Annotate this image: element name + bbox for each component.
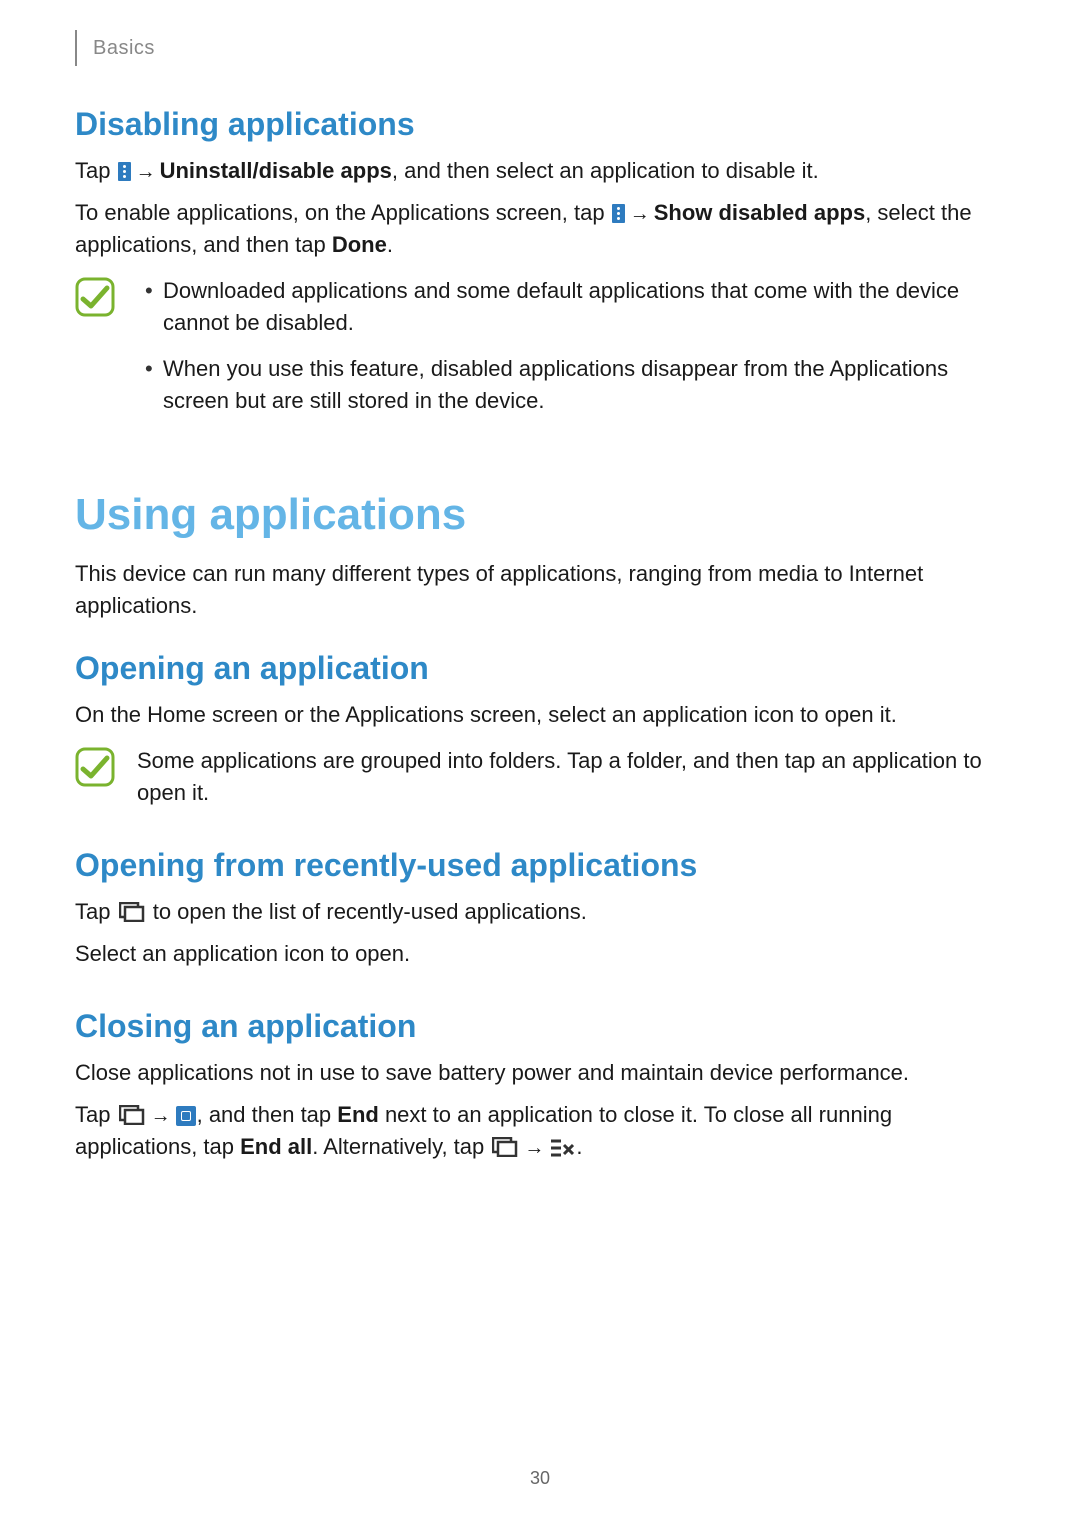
text: . [387,232,393,257]
text: Tap [75,899,117,924]
note-item: When you use this feature, disabled appl… [137,353,1005,417]
text-bold: Show disabled apps [654,200,865,225]
text-bold: End all [240,1134,312,1159]
recent-apps-icon [119,1105,145,1125]
text: To enable applications, on the Applicati… [75,200,611,225]
recent-apps-icon [119,902,145,922]
text: to open the list of recently-used applic… [147,899,587,924]
text-bold: Uninstall/disable apps [160,158,392,183]
text: , and then select an application to disa… [392,158,819,183]
arrow-icon: → [136,158,156,187]
para-opening-1: On the Home screen or the Applications s… [75,699,1005,731]
heading-recent: Opening from recently-used applications [75,847,1005,884]
section-recent: Opening from recently-used applications … [75,847,1005,970]
para-closing-2: Tap → , and then tap End next to an appl… [75,1099,1005,1163]
note-icon [75,747,115,787]
note-list: Downloaded applications and some default… [137,275,1005,431]
para-closing-1: Close applications not in use to save ba… [75,1057,1005,1089]
para-using-intro: This device can run many different types… [75,558,1005,622]
section-opening: Opening an application On the Home scree… [75,650,1005,809]
heading-closing: Closing an application [75,1008,1005,1045]
text: . Alternatively, tap [312,1134,490,1159]
text: . [576,1134,582,1159]
more-menu-icon [612,204,625,223]
heading-disabling: Disabling applications [75,106,1005,143]
text: Tap [75,158,117,183]
para-recent-1: Tap to open the list of recently-used ap… [75,896,1005,928]
close-all-icon [550,1138,574,1158]
heading-opening: Opening an application [75,650,1005,687]
note-block: Downloaded applications and some default… [75,275,1005,431]
page-container: Basics Disabling applications Tap → Unin… [0,0,1080,1163]
recent-apps-icon [492,1137,518,1157]
task-manager-icon [176,1106,196,1126]
arrow-icon: → [630,200,650,229]
text-bold: Done [332,232,387,257]
breadcrumb-bar: Basics [75,30,1005,66]
text-bold: End [337,1102,379,1127]
note-icon [75,277,115,317]
page-number: 30 [0,1468,1080,1489]
section-closing: Closing an application Close application… [75,1008,1005,1163]
section-disabling: Disabling applications Tap → Uninstall/d… [75,106,1005,430]
para-disable-2: To enable applications, on the Applicati… [75,197,1005,261]
text: , and then tap [197,1102,338,1127]
note-item: Downloaded applications and some default… [137,275,1005,339]
para-recent-2: Select an application icon to open. [75,938,1005,970]
more-menu-icon [118,162,131,181]
para-disable-1: Tap → Uninstall/disable apps, and then s… [75,155,1005,187]
arrow-icon: → [524,1134,544,1163]
heading-using: Using applications [75,490,1005,540]
text: Tap [75,1102,117,1127]
note-block: Some applications are grouped into folde… [75,745,1005,809]
breadcrumb: Basics [93,37,155,60]
note-text: Some applications are grouped into folde… [137,745,1005,809]
arrow-icon: → [151,1102,171,1131]
